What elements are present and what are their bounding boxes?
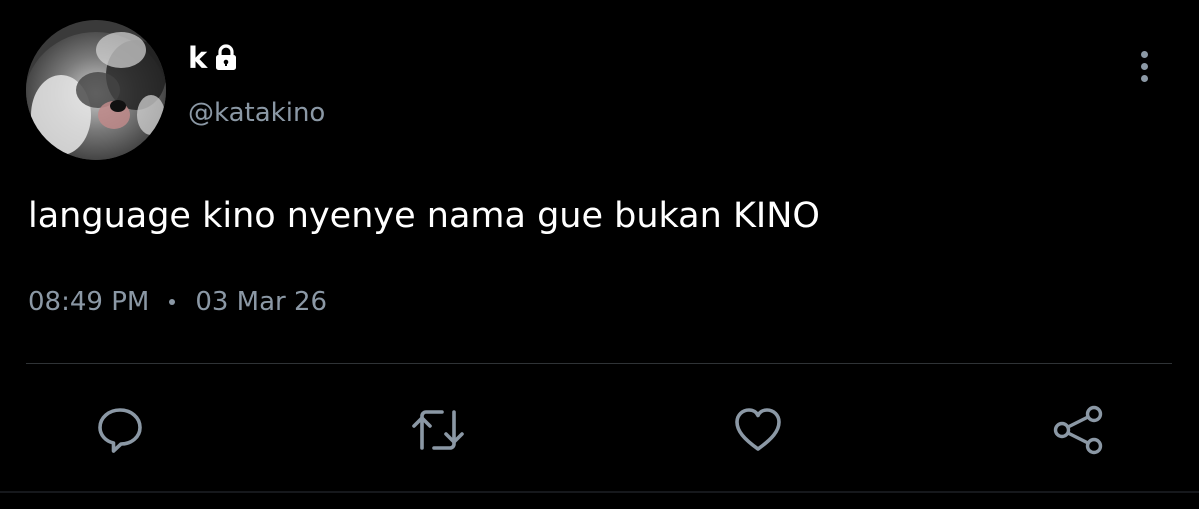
heart-icon — [735, 408, 781, 451]
share-button[interactable] — [1050, 402, 1106, 458]
author-handle[interactable]: @katakino — [188, 95, 325, 131]
retweet-icon — [412, 410, 464, 450]
tweet-date: 03 Mar 26 — [195, 287, 328, 317]
share-icon — [1053, 405, 1103, 455]
retweet-button[interactable] — [410, 402, 466, 458]
reply-icon — [98, 408, 142, 453]
tweet-text: language kino nyenye nama gue bukan KINO — [28, 196, 820, 236]
author-name-row: k — [188, 38, 241, 78]
bottom-divider — [0, 491, 1199, 493]
lock-icon — [211, 43, 241, 73]
tweet-card: k @katakino language kino nyenye nama gu… — [0, 0, 1199, 509]
tweet-timestamp: 08:49 PM 03 Mar 26 — [28, 282, 327, 322]
avatar[interactable] — [26, 20, 166, 160]
like-button[interactable] — [730, 402, 786, 458]
more-vertical-icon[interactable] — [1126, 46, 1162, 86]
avatar-photo — [26, 20, 166, 160]
divider — [26, 363, 1172, 364]
more-dot — [1140, 62, 1148, 70]
reply-button[interactable] — [92, 402, 148, 458]
display-name[interactable]: k — [188, 38, 207, 78]
more-dot — [1140, 50, 1148, 58]
separator-dot — [169, 299, 176, 305]
more-dot — [1140, 74, 1148, 82]
tweet-time: 08:49 PM — [28, 287, 150, 317]
